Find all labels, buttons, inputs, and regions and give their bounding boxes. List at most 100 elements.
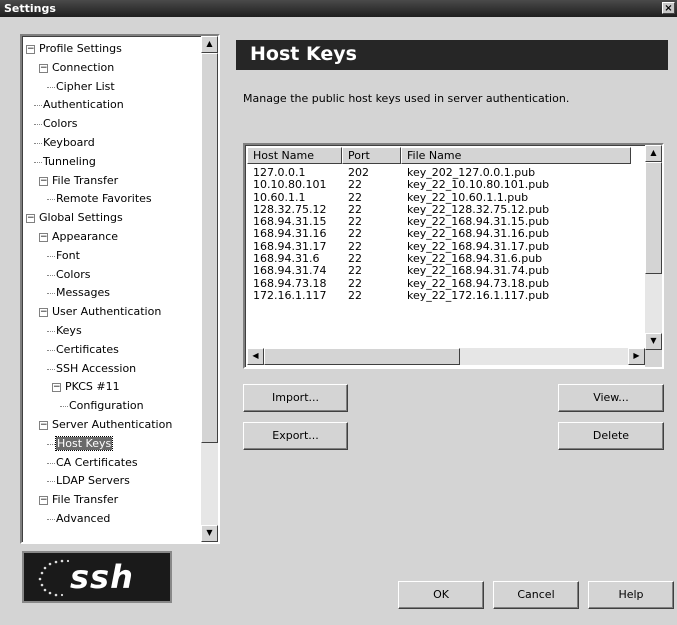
tree-scrollbar[interactable]: ▲ ▼ — [201, 36, 218, 542]
port-cell: 22 — [348, 264, 362, 278]
tree-item-label: Cipher List — [56, 79, 115, 93]
tree-item[interactable]: − Server Authentication — [39, 418, 172, 432]
host-keys-list[interactable]: Host Name Port File Name 127.0.0.1 202 key… — [243, 143, 664, 369]
tree-item-label: SSH Accession — [56, 361, 137, 375]
table-row[interactable]: 168.94.31.16 22 key_22_168.94.31.16.pub — [247, 228, 645, 240]
tree-item[interactable]: Advanced — [56, 512, 110, 526]
file-name-cell: key_22_172.16.1.117.pub — [407, 288, 550, 302]
tree-item[interactable]: Remote Favorites — [56, 192, 152, 206]
tree-item-label: Keys — [56, 324, 82, 337]
tree-item[interactable]: Keyboard — [43, 136, 95, 150]
tree-item[interactable]: − Appearance — [39, 230, 118, 244]
tree-item-label: LDAP Servers — [56, 474, 130, 488]
scroll-right-arrow-icon[interactable]: ▶ — [628, 348, 645, 365]
tree-item[interactable]: − Connection — [39, 61, 114, 75]
tree-item[interactable]: Font — [56, 249, 80, 263]
tree-item[interactable]: CA Certificates — [56, 456, 138, 470]
tree-item[interactable]: Messages — [56, 286, 110, 300]
host-name-cell: 168.94.31.6 — [253, 252, 320, 266]
list-horizontal-scrollbar[interactable]: ◀ ▶ — [247, 348, 645, 365]
tree-item[interactable]: − File Transfer — [39, 174, 118, 188]
settings-tree[interactable]: − Profile Settings − Connection Cipher List A… — [20, 34, 220, 544]
collapse-toggle-icon[interactable]: − — [26, 214, 35, 224]
tree-item[interactable]: Host Keys — [54, 435, 114, 451]
scroll-left-arrow-icon[interactable]: ◀ — [247, 348, 264, 365]
port-cell: 22 — [348, 202, 362, 216]
port-cell: 22 — [348, 215, 362, 229]
tree-connector — [47, 368, 55, 370]
tree-item[interactable]: Authentication — [43, 98, 124, 112]
tree-item[interactable]: − PKCS #11 — [52, 380, 120, 394]
table-row[interactable]: 172.16.1.117 22 key_22_172.16.1.117.pub — [247, 288, 645, 302]
collapse-toggle-icon[interactable]: − — [39, 308, 48, 318]
collapse-toggle-icon[interactable]: − — [39, 496, 48, 506]
tree-item[interactable]: Colors — [56, 268, 90, 282]
host-name-cell: 172.16.1.117 — [253, 288, 327, 302]
close-icon[interactable]: × — [662, 2, 675, 14]
tree-connector — [47, 255, 55, 257]
tree-connector — [47, 199, 55, 201]
port-cell: 22 — [348, 276, 362, 290]
scroll-down-arrow-icon[interactable]: ▼ — [201, 525, 218, 542]
tree-connector — [47, 274, 55, 276]
scroll-thumb[interactable] — [645, 162, 662, 274]
tree-item-label: Host Keys — [54, 435, 114, 451]
column-header-port[interactable]: Port — [342, 147, 401, 164]
scroll-up-arrow-icon[interactable]: ▲ — [645, 145, 662, 162]
file-name-cell: key_22_168.94.73.18.pub — [407, 276, 550, 290]
port-cell: 22 — [348, 178, 362, 192]
collapse-toggle-icon[interactable]: − — [39, 233, 48, 242]
table-row[interactable]: 10.10.80.101 22 key_22_10.10.80.101.pub — [247, 179, 645, 191]
list-header: Host Name Port File Name — [247, 147, 645, 164]
tree-item[interactable]: − User Authentication — [39, 305, 161, 319]
delete-button[interactable]: Delete — [558, 422, 664, 450]
import-button[interactable]: Import... — [243, 384, 348, 412]
host-name-cell: 168.94.31.74 — [253, 264, 327, 278]
tree-item[interactable]: Tunneling — [43, 155, 96, 169]
column-header-host-name[interactable]: Host Name — [247, 147, 342, 164]
collapse-toggle-icon[interactable]: − — [39, 421, 48, 430]
ok-button[interactable]: OK — [398, 581, 484, 609]
collapse-toggle-icon[interactable]: − — [26, 45, 35, 54]
tree-item[interactable]: − Global Settings — [26, 211, 123, 225]
collapse-toggle-icon[interactable]: − — [52, 383, 61, 393]
scroll-up-arrow-icon[interactable]: ▲ — [201, 36, 218, 53]
collapse-toggle-icon[interactable]: − — [39, 63, 48, 73]
column-header-file-name[interactable]: File Name — [401, 147, 631, 164]
tree-item[interactable]: Certificates — [56, 343, 119, 357]
tree-item[interactable]: − File Transfer — [39, 493, 118, 507]
tree-item-label: File Transfer — [52, 493, 119, 507]
tree-item-label: Server Authentication — [52, 418, 173, 431]
table-row[interactable]: 168.94.31.74 22 key_22_168.94.31.74.pub — [247, 265, 645, 277]
tree-item[interactable]: Configuration — [69, 399, 144, 413]
collapse-toggle-icon[interactable]: − — [39, 176, 48, 186]
tree-connector — [47, 293, 55, 295]
tree-item-label: User Authentication — [52, 305, 162, 319]
cancel-button[interactable]: Cancel — [493, 581, 579, 609]
tree-item[interactable]: − Profile Settings — [26, 42, 122, 56]
scroll-thumb[interactable] — [201, 53, 218, 443]
tree-item-label: Configuration — [69, 399, 144, 413]
tree-connector — [34, 161, 42, 163]
port-cell: 22 — [348, 239, 362, 253]
list-vertical-scrollbar[interactable]: ▲ ▼ — [645, 145, 662, 350]
scroll-thumb[interactable] — [264, 348, 460, 365]
logo-dots-icon — [38, 559, 70, 597]
help-button[interactable]: Help — [588, 581, 674, 609]
tree-item-label: PKCS #11 — [65, 380, 120, 394]
tree-item[interactable]: Keys — [56, 324, 82, 338]
tree-connector — [60, 406, 68, 408]
scroll-down-arrow-icon[interactable]: ▼ — [645, 333, 662, 350]
export-button[interactable]: Export... — [243, 422, 348, 450]
tree-item-label: Connection — [52, 60, 115, 74]
tree-item[interactable]: SSH Accession — [56, 362, 136, 376]
tree-item-label: Tunneling — [43, 154, 96, 168]
tree-item[interactable]: LDAP Servers — [56, 474, 130, 488]
tree-item[interactable]: Colors — [43, 117, 77, 131]
tree-item-label: Advanced — [56, 512, 111, 525]
tree-item-label: Certificates — [56, 342, 119, 356]
tree-connector — [34, 105, 42, 107]
view-button[interactable]: View... — [558, 384, 664, 412]
tree-item[interactable]: Cipher List — [56, 80, 115, 94]
file-name-cell: key_22_168.94.31.6.pub — [407, 252, 543, 266]
